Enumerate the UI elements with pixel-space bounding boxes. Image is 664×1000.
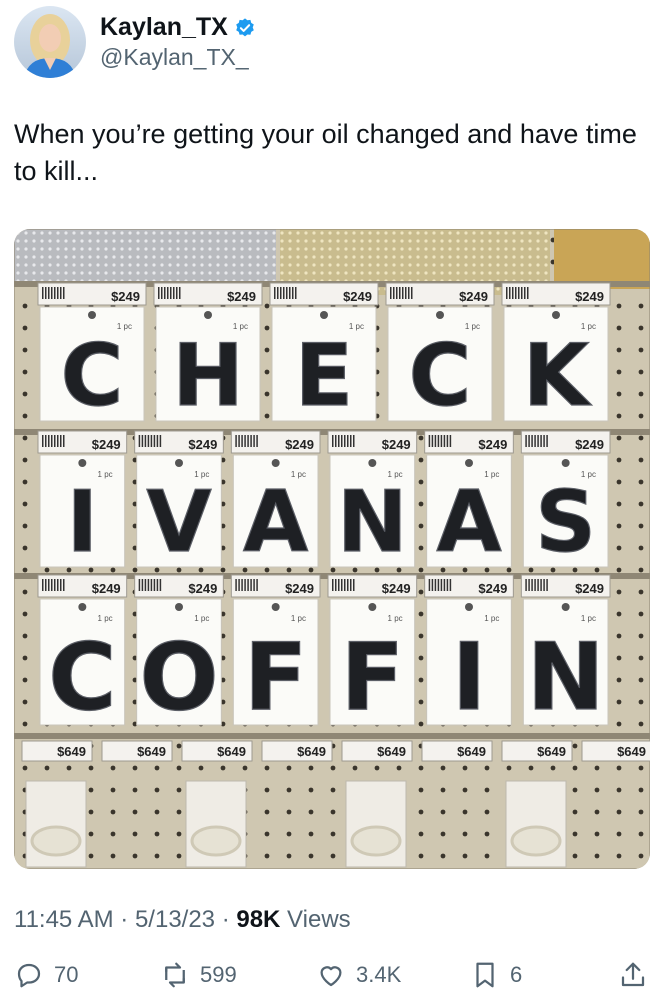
tweet-text: When you’re getting your oil changed and… [14,119,637,186]
reply-icon [17,963,41,988]
product-card: $2491 pcA [230,430,321,572]
share-button[interactable] [618,952,648,998]
product-card: $2491 pcN [327,430,418,572]
price-label: $649 [457,744,486,759]
price-label: $249 [343,289,372,304]
count-label: 1 pc [98,470,113,479]
letter-sticker: I [67,473,98,571]
letter-sticker: S [535,473,596,571]
price-label: $249 [478,581,507,596]
product-card: $2491 pcC [385,282,495,427]
price-label: $249 [382,437,411,452]
letter-sticker: A [243,473,308,571]
tweet-date[interactable]: 5/13/23 [135,906,215,933]
price-label: $249 [92,581,121,596]
views-label: Views [280,906,351,933]
letter-sticker: N [337,473,408,571]
letter-sticker: K [523,327,592,426]
avatar[interactable] [14,6,86,78]
letter-sticker: F [341,623,405,731]
letter-sticker: C [48,623,116,731]
letter-sticker: F [244,623,308,731]
product-card: $2491 pcS [520,430,611,572]
count-label: 1 pc [291,614,306,623]
letter-sticker: N [527,623,605,731]
price-label: $249 [111,289,140,304]
count-label: 1 pc [98,614,113,623]
product-card: $249 1 pcI [37,430,128,572]
price-label: $649 [57,744,86,759]
meta-separator: · [113,906,135,933]
price-label: $649 [217,744,246,759]
product-card: $2491 pcV [134,430,224,572]
product-card: $649 [21,740,93,868]
tweet-header: Kaylan_TX @Kaylan_TX_ [14,4,256,80]
tweet-photo[interactable]: $249 1 pc C $249 1 pc H $249 1 pc E $249 1 pc C $249… [14,229,650,869]
price-label: $249 [188,437,217,452]
bookmark-count: 6 [510,962,523,987]
letter-sticker: H [172,327,244,426]
price-label: $249 [188,581,217,596]
price-label: $649 [617,744,646,759]
action-bar: 70 599 3.4K 6 [14,952,650,998]
price-label: $249 [92,437,121,452]
price-label: $649 [537,744,566,759]
price-label: $649 [297,744,326,759]
price-label: $649 [377,744,406,759]
bookmark-icon [476,962,494,988]
price-label: $249 [459,289,488,304]
letter-sticker: C [61,327,124,426]
count-label: 1 pc [194,614,209,623]
product-card: $2491 pcE [269,282,379,427]
share-icon [621,962,645,987]
letter-sticker: V [146,473,211,571]
letter-sticker: I [452,623,487,731]
count-label: 1 pc [388,614,403,623]
repost-count: 599 [200,962,237,987]
bookmark-button[interactable]: 6 [470,952,522,998]
price-label: $249 [575,581,604,596]
views-count: 98K [236,906,281,933]
verified-icon [236,17,254,36]
repost-icon [165,962,185,988]
product-card: $2491 pcA [424,430,514,572]
repost-button[interactable]: 599 [160,952,237,998]
photo-canvas: $2491 pcC$2491 pcH$2491 pcE$2491 pcC$249… [14,229,650,869]
price-label: $649 [137,744,166,759]
tweet-meta: 11:45 AM · 5/13/23 · 98K Views [14,906,351,934]
like-count: 3.4K [356,962,402,987]
price-label: $249 [227,289,256,304]
product-card: $2491 pcC [37,282,147,427]
letter-sticker: A [436,473,501,571]
product-card: $2491 pcK [501,282,611,427]
like-button[interactable]: 3.4K [316,952,401,998]
letter-sticker: C [409,327,472,426]
letter-sticker: O [139,623,218,731]
author-name[interactable]: Kaylan_TX [100,13,228,42]
price-label: $249 [575,289,604,304]
author-handle[interactable]: @Kaylan_TX_ [100,44,256,71]
product-card: $649 [101,740,173,762]
product-card: $649 [181,740,253,868]
like-icon [320,966,342,987]
reply-button[interactable]: 70 [14,952,78,998]
product-card: $649 [261,740,333,762]
product-card: $649 [421,740,493,762]
count-label: 1 pc [581,614,596,623]
product-card: $2491 pcH [153,282,263,427]
price-label: $249 [285,437,314,452]
product-card: $649 [501,740,573,868]
price-label: $249 [382,581,411,596]
reply-count: 70 [54,962,79,987]
count-label: 1 pc [484,614,499,623]
price-label: $249 [478,437,507,452]
price-label: $249 [575,437,604,452]
product-card: $649 [581,740,650,762]
letter-sticker: E [295,327,353,426]
tweet-time[interactable]: 11:45 AM [14,906,114,933]
product-card: $649 [341,740,413,868]
price-label: $249 [285,581,314,596]
meta-separator: · [215,906,237,933]
